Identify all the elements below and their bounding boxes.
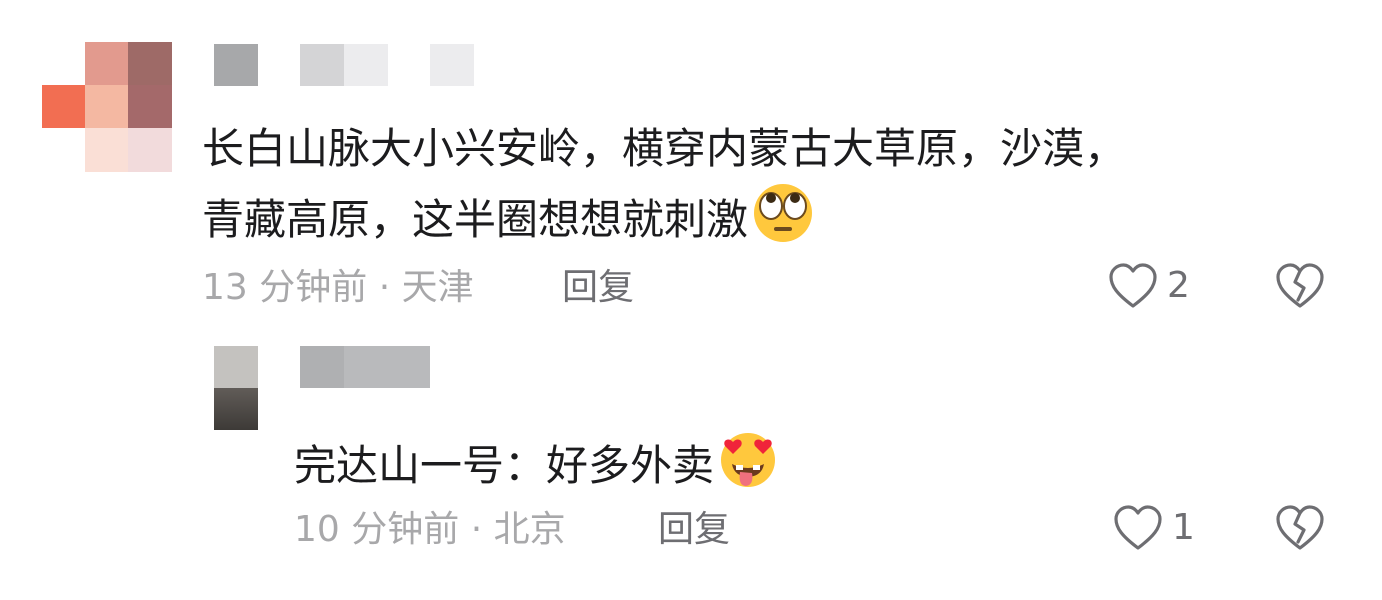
reply-button[interactable]: 回复 bbox=[562, 266, 634, 310]
comment-text-line2-text: 青藏高原，这半圈想想就刺激 bbox=[202, 195, 749, 244]
comment-timestamp-location: 13 分钟前 · 天津 bbox=[202, 267, 474, 308]
comment-text-line2: 青藏高原，这半圈想想就刺激 bbox=[202, 182, 816, 261]
reply-like-count: 1 bbox=[1172, 507, 1195, 548]
heart-eyes-tongue-emoji-icon bbox=[716, 428, 780, 507]
reply-to-reply-button[interactable]: 回复 bbox=[658, 508, 730, 552]
heart-outline-icon bbox=[1109, 263, 1157, 308]
commenter-avatar[interactable] bbox=[42, 42, 172, 172]
broken-heart-outline-icon bbox=[1276, 505, 1324, 550]
like-button[interactable]: 2 bbox=[1107, 262, 1190, 310]
dislike-button[interactable] bbox=[1274, 262, 1326, 314]
like-count: 2 bbox=[1167, 265, 1190, 306]
broken-heart-outline-icon bbox=[1276, 263, 1324, 308]
reply-dislike-button[interactable] bbox=[1274, 504, 1326, 556]
replier-name-pixelated[interactable] bbox=[300, 346, 430, 388]
flushed-eye-roll-emoji-icon bbox=[750, 182, 816, 261]
reply-like-button[interactable]: 1 bbox=[1112, 504, 1195, 552]
heart-outline-icon bbox=[1114, 505, 1162, 550]
comment-text-line1: 长白山脉大小兴安岭，横穿内蒙古大草原，沙漠， bbox=[202, 124, 1127, 173]
commenter-name-pixelated[interactable] bbox=[214, 44, 476, 86]
replier-avatar[interactable] bbox=[214, 346, 258, 430]
reply-text-content: 完达山一号：好多外卖 bbox=[294, 441, 715, 490]
reply-text: 完达山一号：好多外卖 bbox=[294, 428, 780, 507]
reply-timestamp-location: 10 分钟前 · 北京 bbox=[294, 509, 566, 550]
